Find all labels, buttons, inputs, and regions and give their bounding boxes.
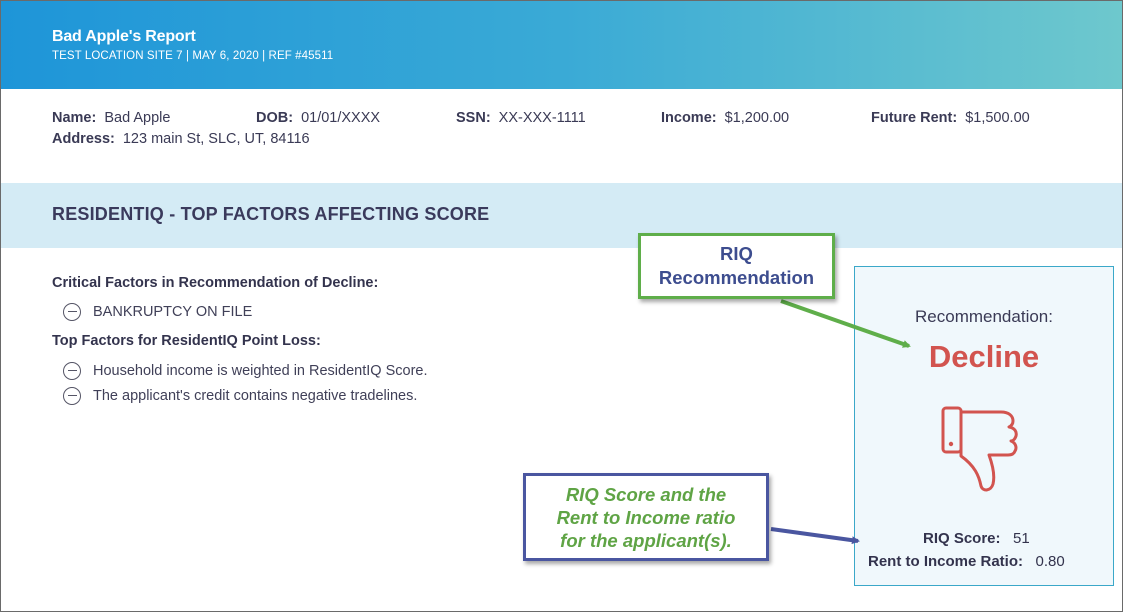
riq-recommendation-callout: RIQ Recommendation	[638, 233, 835, 299]
blue-arrow	[770, 527, 860, 545]
report-frame: Bad Apple's Report TEST LOCATION SITE 7 …	[0, 0, 1123, 612]
callout-line: for the applicant(s).	[560, 530, 732, 551]
green-arrow	[780, 299, 911, 348]
callout-line: Rent to Income ratio	[556, 507, 736, 528]
riq-score-callout: RIQ Score and the Rent to Income ratio f…	[523, 473, 769, 561]
callout-line: RIQ	[720, 243, 753, 264]
callout-line: Recommendation	[658, 267, 815, 288]
callout-line: RIQ Score and the	[565, 484, 727, 505]
